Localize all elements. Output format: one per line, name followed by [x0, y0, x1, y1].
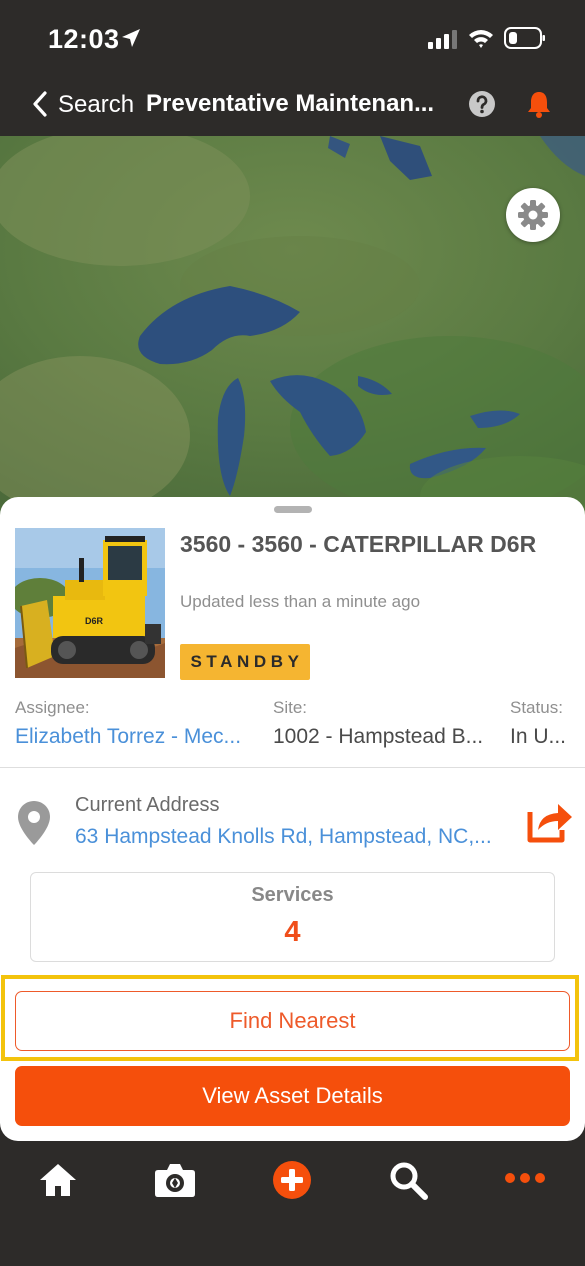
- help-icon[interactable]: [468, 90, 496, 118]
- camera-icon[interactable]: [154, 1160, 196, 1200]
- location-pin-icon: [18, 801, 50, 845]
- page-title: Preventative Maintenan...: [146, 90, 435, 117]
- asset-bottom-sheet: D6R 3560 - 3560 - CATERPILLAR D6R Update…: [0, 497, 585, 1141]
- navigation-bar: Search Preventative Maintenan...: [0, 78, 585, 136]
- back-button[interactable]: Search: [58, 91, 134, 119]
- asset-photo[interactable]: D6R: [15, 528, 165, 678]
- share-icon[interactable]: [524, 798, 574, 844]
- status-badge: STANDBY: [180, 644, 310, 680]
- status-time: 12:03: [48, 24, 120, 54]
- back-chevron-icon[interactable]: [32, 90, 48, 118]
- asset-title: 3560 - 3560 - CATERPILLAR D6R: [180, 531, 537, 557]
- add-icon[interactable]: [272, 1160, 312, 1200]
- home-icon[interactable]: [38, 1160, 78, 1200]
- notification-bell-icon[interactable]: [526, 90, 552, 118]
- satellite-map[interactable]: [0, 136, 585, 516]
- current-address-label: Current Address: [75, 794, 220, 816]
- svg-text:D6R: D6R: [85, 616, 104, 626]
- more-icon[interactable]: [504, 1171, 546, 1185]
- bottom-tab-bar: [0, 1141, 585, 1266]
- view-asset-details-button[interactable]: View Asset Details: [15, 1066, 570, 1126]
- services-label: Services: [251, 884, 334, 906]
- status-value: In U...: [510, 725, 567, 748]
- site-value: 1002 - Hampstead B...: [273, 725, 484, 748]
- last-updated-text: Updated less than a minute ago: [180, 592, 421, 611]
- gear-icon: [518, 200, 548, 230]
- location-arrow-icon: [122, 29, 140, 47]
- search-icon[interactable]: [388, 1160, 430, 1202]
- status-bar: 12:03: [0, 0, 585, 78]
- services-count: 4: [284, 916, 301, 948]
- current-address-link[interactable]: 63 Hampstead Knolls Rd, Hampstead, NC,..…: [75, 825, 492, 849]
- site-label: Site:: [273, 698, 308, 717]
- wifi-icon: [469, 30, 493, 48]
- find-nearest-button[interactable]: Find Nearest: [15, 991, 570, 1051]
- services-card[interactable]: Services 4: [30, 872, 555, 962]
- status-label: Status:: [510, 698, 563, 717]
- assignee-label: Assignee:: [15, 698, 90, 717]
- assignee-link[interactable]: Elizabeth Torrez - Mec...: [15, 725, 241, 749]
- battery-icon: [504, 27, 545, 49]
- cellular-signal-icon: [428, 30, 457, 49]
- map-settings-button[interactable]: [506, 188, 560, 242]
- divider: [0, 767, 585, 768]
- sheet-grabber-handle[interactable]: [274, 506, 312, 513]
- map-imagery: [0, 136, 585, 516]
- bulldozer-image: D6R: [15, 528, 165, 678]
